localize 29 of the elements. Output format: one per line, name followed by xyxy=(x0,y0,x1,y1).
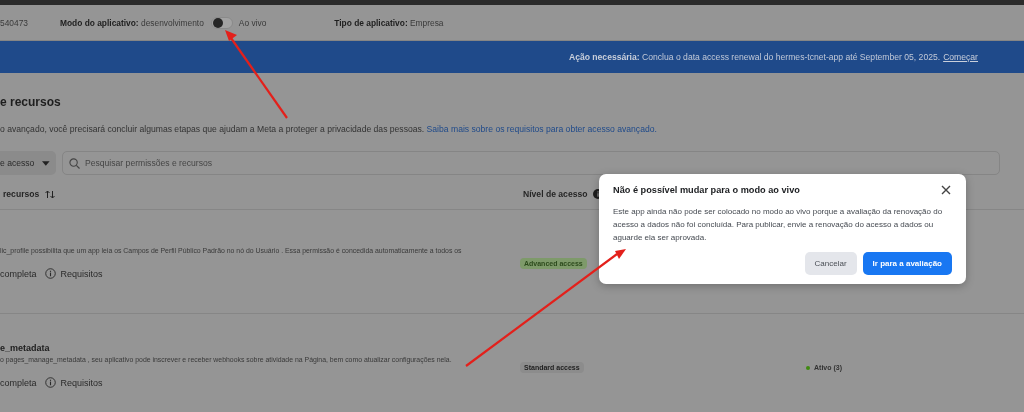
cancel-button[interactable]: Cancelar xyxy=(804,252,857,275)
live-mode-toggle[interactable] xyxy=(210,16,233,29)
dialog-message: Este app ainda não pode ser colocado no modo ao vivo porque a avaliação da renovação do acesso a dados não foi concluída. Para publicar, envie a renovação do acesso a dados ou aguarde ela ser aprovada. xyxy=(613,206,944,244)
review-button[interactable]: Ir para a avaliação xyxy=(862,252,952,275)
completion-link[interactable]: completa xyxy=(0,268,37,279)
column-header[interactable]: recursos xyxy=(3,189,40,199)
caret-icon xyxy=(42,160,50,166)
banner-message: Ação necessária: Conclua o data access renewal do hermes-tcnet-app até September 05, 2025. xyxy=(568,52,941,62)
access-filter-dropdown[interactable]: e acesso xyxy=(0,151,56,175)
info-icon xyxy=(44,268,56,279)
sort-icon[interactable] xyxy=(45,189,56,199)
section-title: e recursos xyxy=(0,95,62,111)
requirements-link[interactable]: Requisitos xyxy=(60,377,103,388)
info-icon xyxy=(44,377,56,388)
dialog-title: Não é possível mudar para o modo ao vivo xyxy=(613,185,800,195)
requirements-link[interactable]: Requisitos xyxy=(60,268,103,279)
section-description: o avançado, você precisará concluir algumas etapas que ajudam a Meta a proteger a privacidade das pessoas. Saiba mais sobre os requisitos para obter acesso avançado. xyxy=(0,124,658,134)
search-field[interactable]: Pesquisar permissões e recursos xyxy=(62,151,1000,175)
start-link[interactable]: Começar xyxy=(943,52,978,62)
permission-name: e_metadata xyxy=(0,343,51,353)
column-header: Nível de acesso xyxy=(523,189,588,199)
app-id: 540473 xyxy=(0,17,29,28)
app-type-label: Tipo de aplicativo: Empresa xyxy=(334,17,444,28)
close-icon[interactable] xyxy=(940,184,952,196)
completion-link[interactable]: completa xyxy=(0,377,37,388)
learn-more-link[interactable]: Saiba mais sobre os requisitos para obter acesso avançado. xyxy=(426,124,657,134)
live-label: Ao vivo xyxy=(238,17,267,28)
search-icon xyxy=(69,158,80,169)
app-mode-label: Modo do aplicativo: desenvolvimento xyxy=(60,17,204,28)
